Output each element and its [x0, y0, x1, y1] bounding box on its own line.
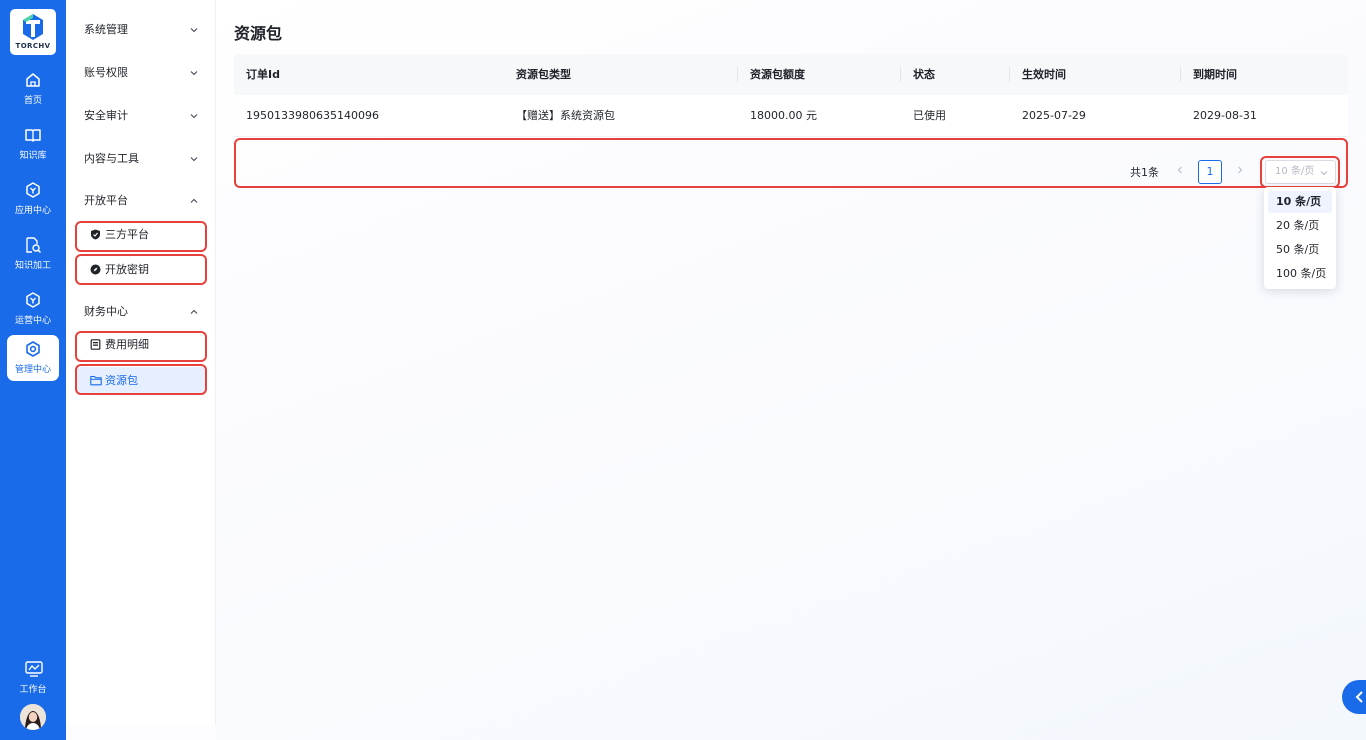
- nav-group-label: 安全审计: [84, 109, 128, 122]
- page-size-select[interactable]: 10 条/页: [1265, 160, 1336, 184]
- page-size-dropdown: 10 条/页 20 条/页 50 条/页 100 条/页: [1264, 187, 1336, 289]
- nav-group-label: 开放平台: [84, 194, 128, 207]
- nav-group-content-tools[interactable]: 内容与工具: [84, 149, 206, 169]
- rail-label-home: 首页: [23, 96, 42, 106]
- chevron-down-icon: [190, 28, 198, 33]
- nav-group-label: 内容与工具: [84, 152, 139, 165]
- sub-navigation: 系统管理 账号权限 安全审计 内容与工具 开放平台 三方平台 开放密钥 财务中心…: [66, 0, 216, 724]
- hexagon-operations-icon: [26, 292, 40, 308]
- nav-item-third-party-platform[interactable]: 三方平台: [77, 221, 206, 249]
- page-title: 资源包: [234, 24, 283, 43]
- torch-logo-icon: [23, 14, 43, 40]
- chevron-up-icon: [190, 309, 198, 314]
- column-header-status: 状态: [913, 68, 935, 81]
- rail-label-workbench: 工作台: [19, 685, 47, 695]
- column-divider: [737, 67, 738, 82]
- column-header-pack-type: 资源包类型: [516, 68, 571, 81]
- chevron-down-icon: [190, 71, 198, 76]
- nav-group-account-permissions[interactable]: 账号权限: [84, 63, 206, 83]
- document-search-icon: [26, 237, 42, 254]
- collapse-panel-button[interactable]: [1342, 680, 1366, 714]
- chevron-down-icon: [190, 114, 198, 119]
- nav-item-open-keys[interactable]: 开放密钥: [77, 256, 206, 284]
- pagination-total: 共1条: [1130, 166, 1159, 179]
- rail-label-admin-center: 管理中心: [14, 365, 51, 375]
- cell-effective-time: 2025-07-29: [1022, 109, 1086, 122]
- home-icon: [26, 73, 40, 87]
- chevron-down-icon: [1320, 171, 1328, 176]
- nav-group-label: 系统管理: [84, 23, 128, 36]
- column-header-order-id: 订单Id: [246, 68, 280, 81]
- page-size-value: 10 条/页: [1275, 166, 1315, 177]
- book-icon: [25, 129, 41, 142]
- cell-order-id: 1950133980635140096: [246, 109, 379, 122]
- nav-item-resource-pack[interactable]: 资源包: [77, 367, 206, 395]
- resource-pack-table: 订单Id 资源包类型 资源包额度 状态 生效时间 到期时间 1950133980…: [234, 54, 1348, 137]
- cell-expire-time: 2029-08-31: [1193, 109, 1257, 122]
- left-rail: TORCHV 首页 知识库 应用中心 知识加工 运营中心 管理中心 工作台: [0, 0, 66, 740]
- nav-item-label: 费用明细: [105, 338, 149, 351]
- rail-item-knowledge-base[interactable]: 知识库: [7, 121, 59, 167]
- nav-item-label: 开放密钥: [105, 263, 149, 276]
- cell-pack-type: 【赠送】系统资源包: [516, 109, 615, 122]
- rail-label-app-center: 应用中心: [14, 206, 51, 216]
- nav-item-expense-details[interactable]: 费用明细: [77, 331, 206, 359]
- rail-label-knowledge-processing: 知识加工: [14, 261, 51, 271]
- column-header-expire-time: 到期时间: [1193, 68, 1237, 81]
- rail-item-home[interactable]: 首页: [7, 66, 59, 112]
- chevron-left-icon: [1355, 691, 1363, 703]
- pagination-page-1[interactable]: 1: [1198, 160, 1222, 184]
- user-avatar[interactable]: [20, 704, 46, 730]
- page-size-option-100[interactable]: 100 条/页: [1268, 263, 1332, 285]
- cell-status: 已使用: [913, 109, 946, 122]
- torchv-logo[interactable]: TORCHV: [10, 9, 56, 55]
- pagination-prev-button[interactable]: [1168, 160, 1192, 184]
- column-divider: [1180, 67, 1181, 82]
- page-size-option-10[interactable]: 10 条/页: [1268, 191, 1332, 213]
- table-row[interactable]: 1950133980635140096 【赠送】系统资源包 18000.00 元…: [234, 95, 1348, 137]
- logo-text: TORCHV: [15, 42, 51, 50]
- column-header-pack-amount: 资源包额度: [750, 68, 805, 81]
- hexagon-app-icon: [26, 182, 40, 198]
- shield-icon: [91, 229, 100, 240]
- column-divider: [1009, 67, 1010, 82]
- rail-item-knowledge-processing[interactable]: 知识加工: [7, 231, 59, 277]
- folder-icon: [90, 375, 102, 386]
- nav-item-label: 资源包: [105, 374, 138, 387]
- chevron-left-icon: [1177, 166, 1182, 174]
- key-compass-icon: [90, 264, 101, 275]
- receipt-icon: [90, 339, 101, 350]
- avatar-person-icon: [20, 704, 46, 730]
- column-header-effective-time: 生效时间: [1022, 68, 1066, 81]
- page-size-option-20[interactable]: 20 条/页: [1268, 215, 1332, 237]
- rail-item-workbench[interactable]: 工作台: [7, 655, 59, 701]
- table-header: 订单Id 资源包类型 资源包额度 状态 生效时间 到期时间: [234, 54, 1348, 95]
- rail-item-app-center[interactable]: 应用中心: [7, 176, 59, 222]
- nav-group-finance-center[interactable]: 财务中心: [84, 302, 206, 322]
- nav-group-system-management[interactable]: 系统管理: [84, 20, 206, 40]
- column-divider: [900, 67, 901, 82]
- chevron-right-icon: [1238, 166, 1243, 174]
- nav-group-label: 账号权限: [84, 66, 128, 79]
- page-size-option-50[interactable]: 50 条/页: [1268, 239, 1332, 261]
- rail-item-admin-center[interactable]: 管理中心: [7, 335, 59, 381]
- main-content: 资源包 订单Id 资源包类型 资源包额度 状态 生效时间 到期时间 195013…: [216, 0, 1366, 740]
- nav-group-label: 财务中心: [84, 305, 128, 318]
- monitor-icon: [25, 661, 43, 677]
- nav-item-label: 三方平台: [105, 228, 149, 241]
- rail-label-knowledge-base: 知识库: [19, 151, 47, 161]
- rail-item-operations-center[interactable]: 运营中心: [7, 286, 59, 332]
- nav-group-security-audit[interactable]: 安全审计: [84, 106, 206, 126]
- chevron-down-icon: [190, 157, 198, 162]
- rail-label-operations-center: 运营中心: [14, 316, 51, 326]
- chevron-up-icon: [190, 198, 198, 203]
- settings-hexagon-icon: [26, 341, 40, 357]
- pagination-next-button[interactable]: [1228, 160, 1252, 184]
- nav-group-open-platform[interactable]: 开放平台: [84, 191, 206, 211]
- cell-pack-amount: 18000.00 元: [750, 109, 817, 122]
